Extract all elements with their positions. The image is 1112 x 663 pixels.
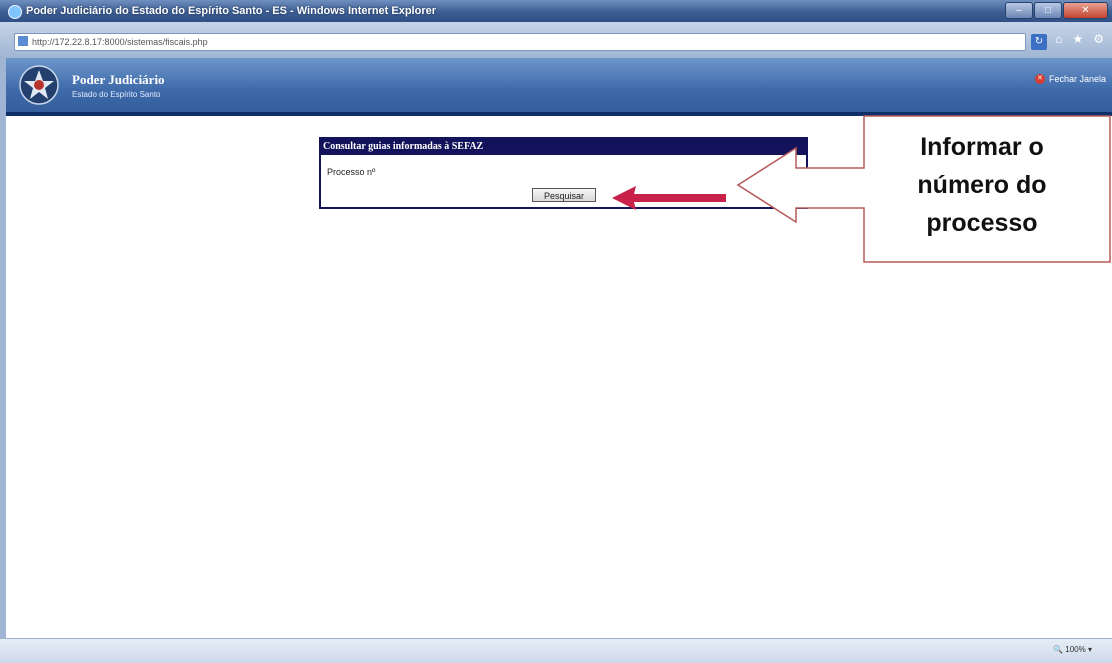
search-panel: Consultar guias informadas à SEFAZ Proce…	[319, 137, 808, 209]
window-titlebar: Poder Judiciário do Estado do Espírito S…	[0, 0, 1112, 22]
maximize-button[interactable]: □	[1034, 2, 1062, 19]
banner-subtitle: Estado do Espírito Santo	[72, 90, 161, 99]
home-icon[interactable]: ⌂	[1055, 32, 1062, 46]
panel-header: Consultar guias informadas à SEFAZ	[321, 139, 806, 155]
banner-title: Poder Judiciário	[72, 72, 165, 87]
close-window-button[interactable]: ✕	[1063, 2, 1108, 19]
favorites-star-icon[interactable]: ★	[1072, 32, 1083, 46]
window-title: Poder Judiciário do Estado do Espírito S…	[26, 5, 437, 17]
refresh-icon[interactable]: ↻	[1031, 34, 1047, 50]
search-button[interactable]: Pesquisar	[532, 188, 596, 202]
address-toolbar: http://172.22.8.17:8000/sistemas/fiscais…	[0, 22, 1112, 58]
internet-explorer-icon	[8, 5, 22, 19]
close-icon: ✕	[1034, 74, 1045, 84]
process-number-label: Processo nº	[327, 167, 376, 177]
callout-line-1: Informar o	[920, 133, 1044, 161]
minimize-button[interactable]: –	[1005, 2, 1033, 19]
address-bar[interactable]: http://172.22.8.17:8000/sistemas/fiscais…	[14, 33, 1047, 51]
address-url: http://172.22.8.17:8000/sistemas/fiscais…	[32, 37, 208, 47]
page-icon	[18, 36, 28, 46]
callout-line-3: processo	[926, 209, 1038, 237]
window-controls: – □ ✕	[1004, 2, 1108, 19]
zoom-level[interactable]: 🔍 100% ▾	[1053, 645, 1092, 654]
coat-of-arms-logo	[19, 65, 59, 105]
close-window-label: Fechar Janela	[1048, 74, 1106, 84]
tools-gear-icon[interactable]: ⚙	[1093, 32, 1104, 46]
callout-text: Informar o número do processo	[880, 128, 1084, 242]
browser-nav-icons: ⌂ ★ ⚙	[1055, 32, 1104, 46]
callout-line-2: número do	[917, 171, 1047, 199]
red-arrow-icon	[612, 186, 726, 210]
close-window-link[interactable]: ✕ Fechar Janela	[1034, 74, 1106, 84]
status-bar: 🔍 100% ▾	[0, 638, 1112, 663]
site-banner: Poder Judiciário Estado do Espírito Sant…	[6, 58, 1112, 116]
zoom-value: 100%	[1065, 645, 1086, 654]
